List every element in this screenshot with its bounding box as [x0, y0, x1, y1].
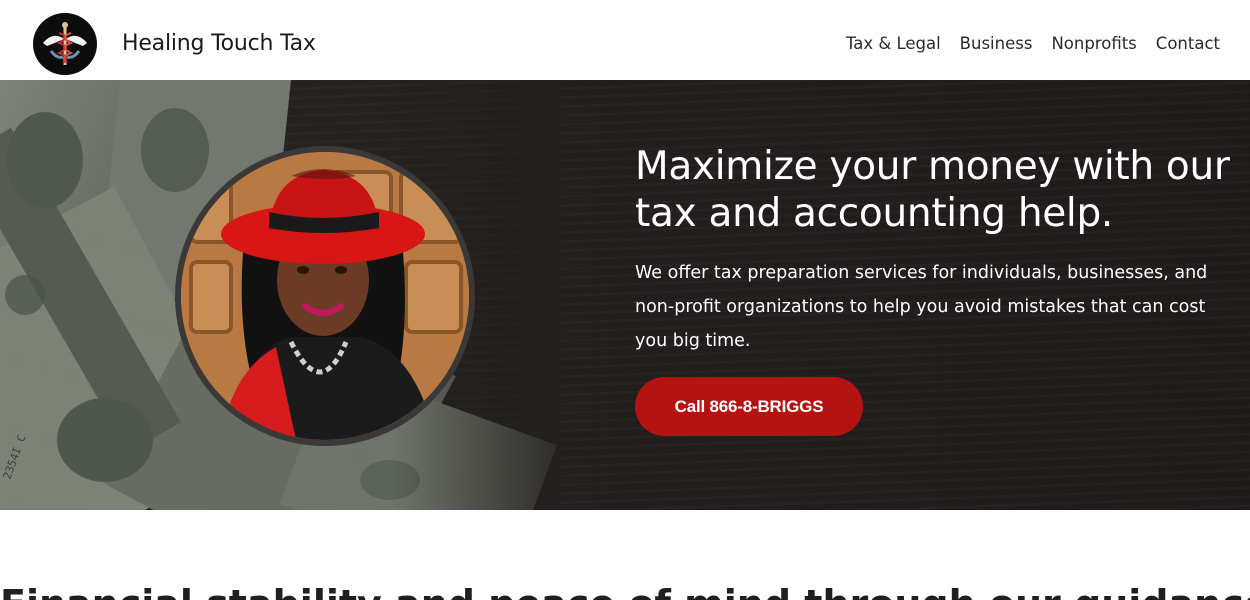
hero-headline: Maximize your money with our tax and acc… — [635, 144, 1230, 236]
nav-item-business[interactable]: Business — [960, 34, 1033, 53]
hero-section: 2354I C — [0, 80, 1250, 510]
nav-item-contact[interactable]: Contact — [1156, 34, 1220, 53]
call-button[interactable]: Call 866-8-BRIGGS — [635, 377, 863, 436]
brand-name[interactable]: Healing Touch Tax — [122, 31, 316, 56]
hero-subtext: We offer tax preparation services for in… — [635, 263, 1208, 351]
portrait-photo — [175, 146, 475, 446]
caduceus-logo-icon[interactable] — [33, 13, 97, 75]
nav-item-nonprofits[interactable]: Nonprofits — [1051, 34, 1136, 53]
site-header: Healing Touch Tax Tax & Legal Business N… — [0, 0, 1250, 80]
section-title: Financial stability and peace of mind th… — [0, 582, 1250, 600]
main-nav: Tax & Legal Business Nonprofits Contact — [846, 34, 1220, 53]
nav-item-tax-legal[interactable]: Tax & Legal — [846, 34, 941, 53]
